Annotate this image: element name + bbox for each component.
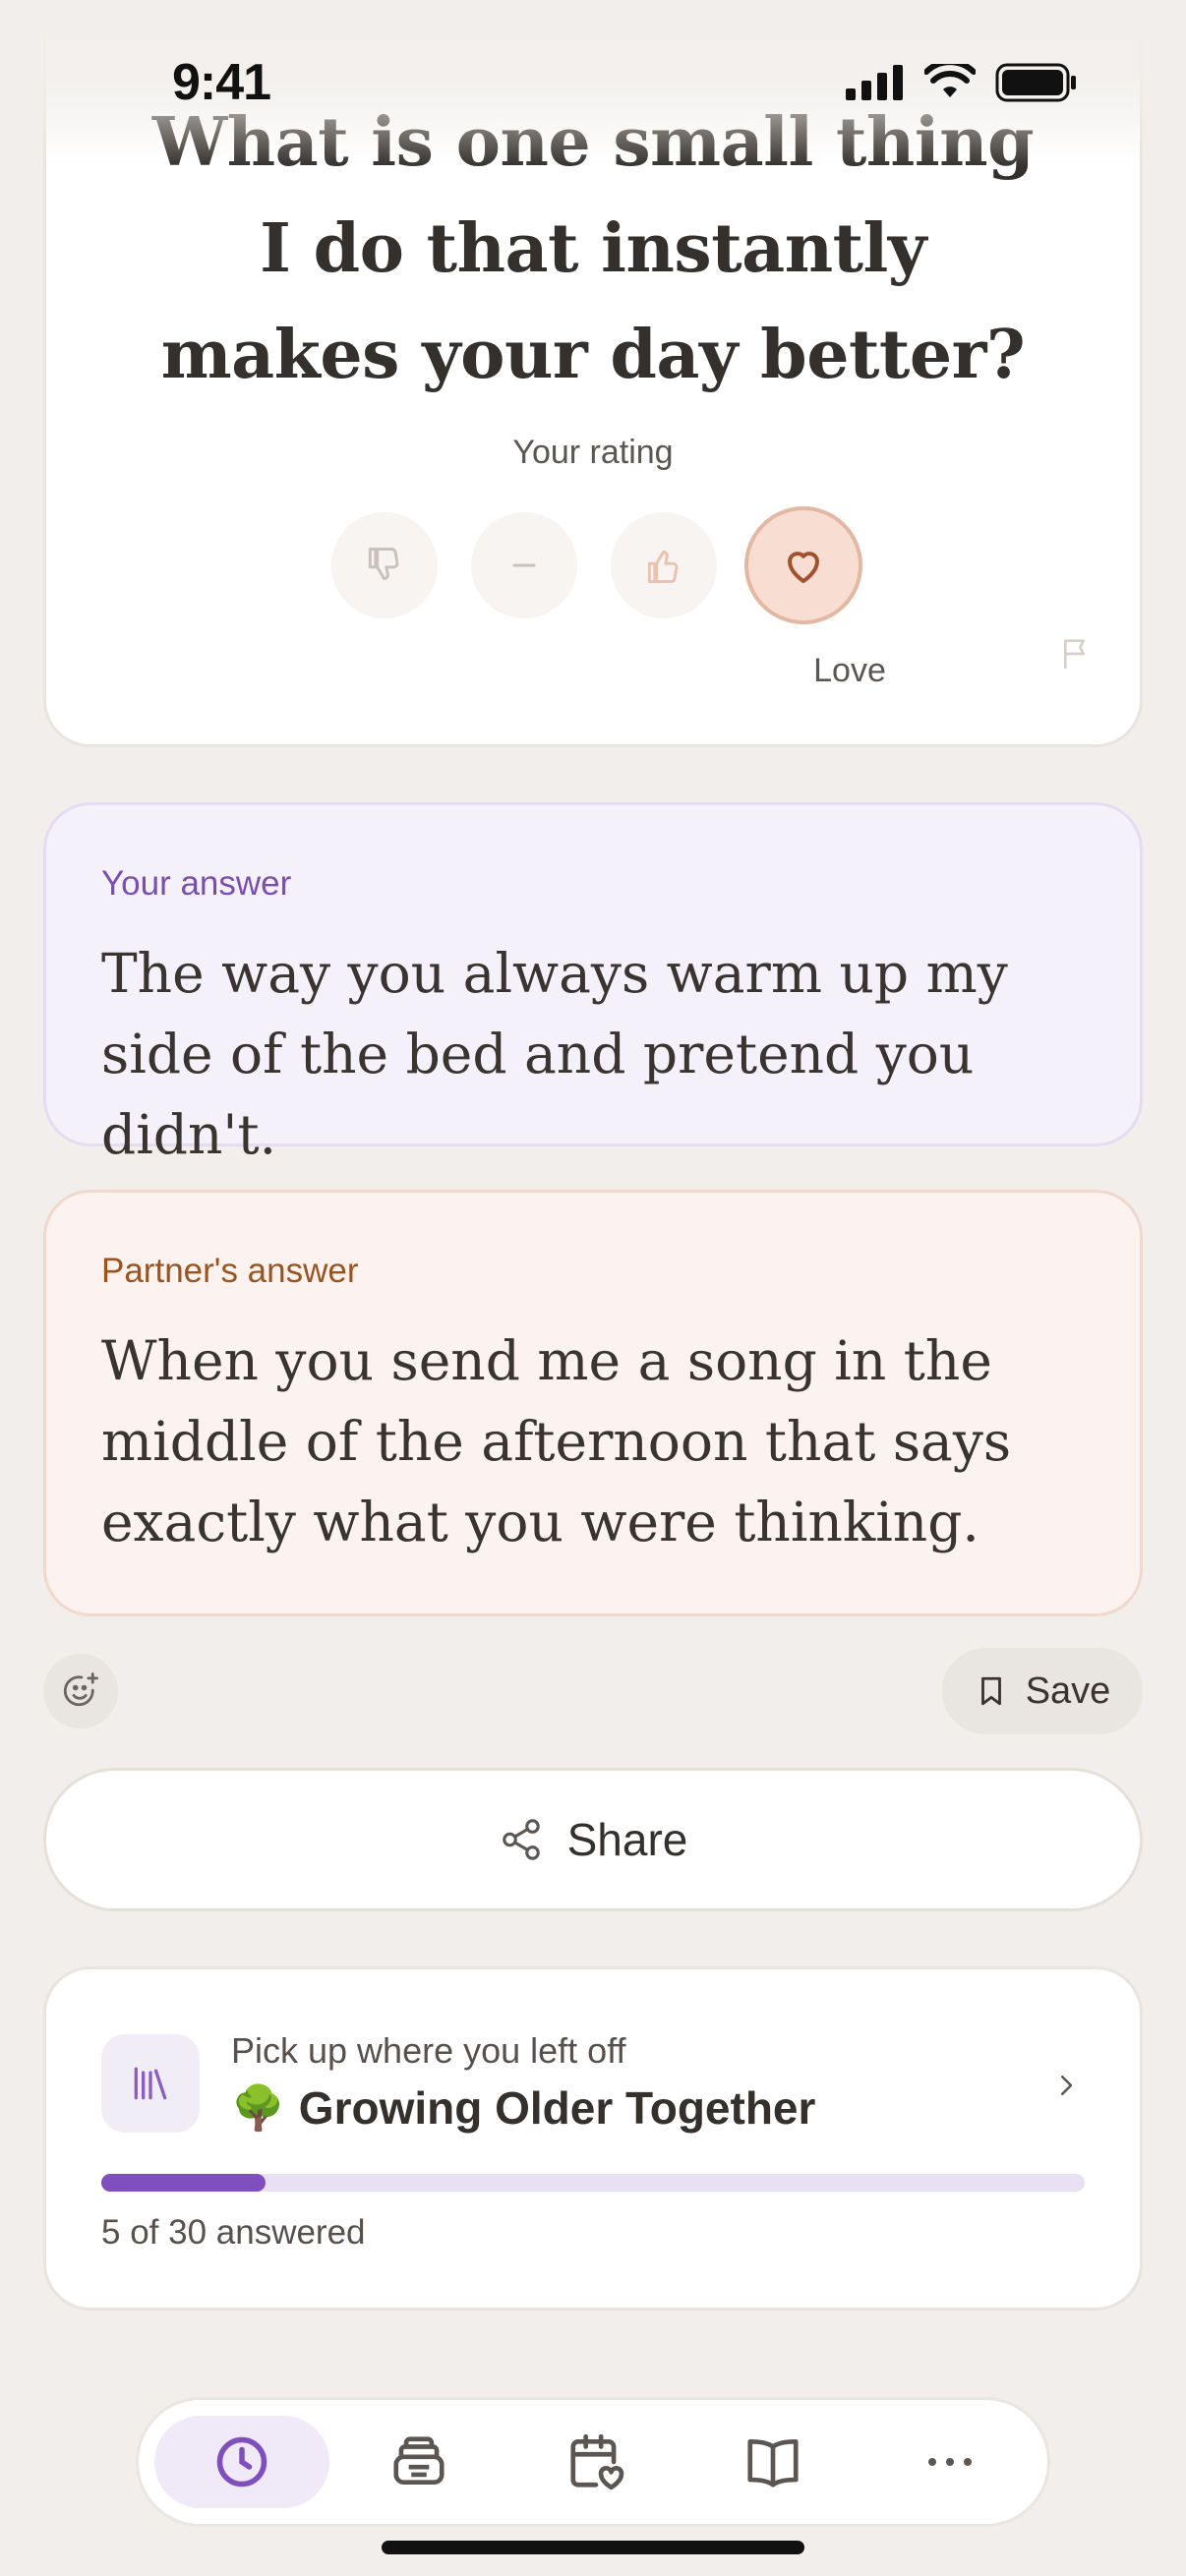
your-answer-card: Your answer The way you always warm up m… [43, 802, 1143, 1166]
share-label: Share [566, 1814, 688, 1865]
progress-track [101, 2174, 1085, 2192]
more-icon [928, 2458, 972, 2466]
partner-answer-card: Partner's answer When you send me a song… [43, 1190, 1143, 1616]
love-button[interactable] [744, 506, 862, 624]
tab-inbox[interactable] [331, 2416, 506, 2508]
flag-icon [1064, 639, 1085, 669]
resume-subtitle: Pick up where you left off [231, 2030, 626, 2071]
status-icons [846, 63, 1078, 102]
calendar-heart-icon [570, 2433, 624, 2490]
battery-icon [995, 63, 1076, 102]
love-label: Love [813, 652, 886, 689]
dash-icon [512, 563, 536, 567]
add-reaction-button[interactable] [43, 1654, 118, 1728]
save-label: Save [1025, 1669, 1111, 1712]
tab-recent[interactable] [154, 2416, 329, 2508]
tab-more[interactable] [862, 2416, 1038, 2508]
wifi-icon [924, 64, 976, 97]
progress-text: 5 of 30 answered [101, 2213, 366, 2252]
resume-title-row: 🌳 Growing Older Together [231, 2081, 815, 2135]
your-answer-text: The way you always warm up my side of th… [101, 942, 1008, 1166]
your-answer-label: Your answer [101, 864, 292, 903]
neutral-button[interactable] [471, 512, 577, 618]
clock-icon [216, 2436, 267, 2488]
thumbs-up-icon [647, 550, 679, 583]
status-bar: 9:41 [0, 0, 1186, 167]
partner-answer-label: Partner's answer [101, 1252, 359, 1290]
bookmark-icon [980, 1676, 1001, 1706]
progress-fill [101, 2174, 266, 2192]
smiley-plus-icon [63, 1672, 99, 1707]
partner-answer-text: When you send me a song in the middle of… [101, 1329, 1012, 1553]
tab-library[interactable] [685, 2416, 860, 2508]
tree-emoji: 🌳 [231, 2084, 285, 2133]
thumbs-down-button[interactable] [331, 512, 438, 618]
cellular-signal-icon [846, 65, 903, 100]
library-icon [134, 2067, 167, 2100]
report-flag-button[interactable] [1057, 634, 1097, 678]
rating-row [46, 506, 1140, 630]
tab-bar [136, 2397, 1050, 2527]
share-icon [502, 1819, 540, 1860]
deck-title: Growing Older Together [298, 2082, 816, 2134]
share-button[interactable]: Share [43, 1768, 1143, 1911]
chevron-right-icon [1051, 2066, 1081, 2110]
thumbs-up-button[interactable] [611, 512, 717, 618]
home-indicator [382, 2541, 804, 2554]
thumbs-down-icon [368, 548, 399, 581]
inbox-stack-icon [393, 2436, 445, 2485]
rating-label: Your rating [512, 434, 674, 471]
book-open-icon [747, 2439, 799, 2488]
tab-calendar[interactable] [508, 2416, 683, 2508]
heart-icon [788, 552, 819, 583]
library-icon-badge [101, 2034, 200, 2133]
status-time: 9:41 [172, 54, 271, 111]
resume-deck-card[interactable]: Pick up where you left off 🌳 Growing Old… [43, 1966, 1143, 2311]
save-button[interactable]: Save [942, 1648, 1143, 1734]
